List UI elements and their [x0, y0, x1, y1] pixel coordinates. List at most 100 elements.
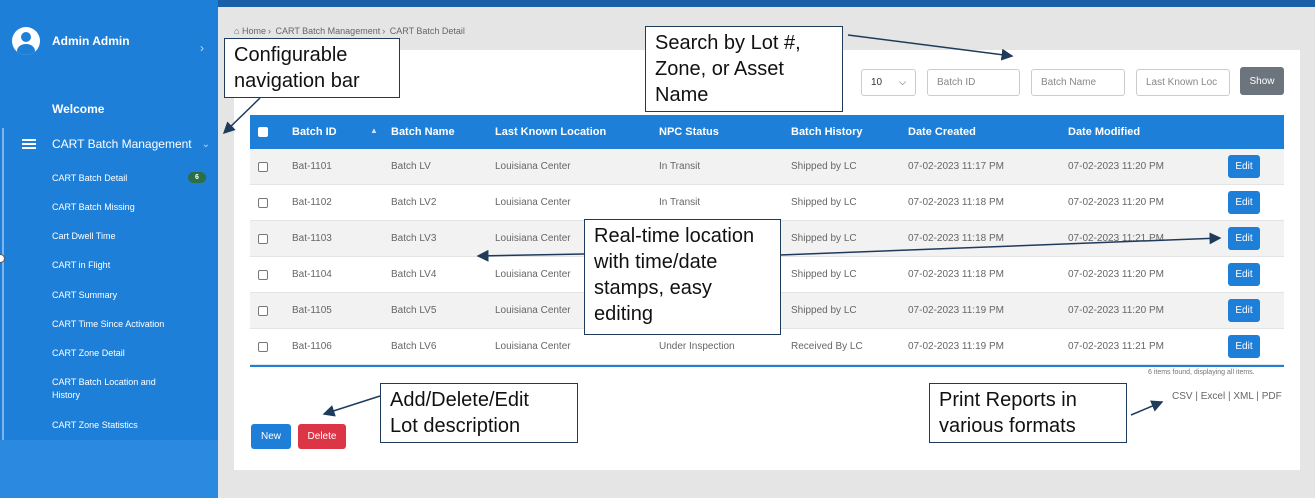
new-button[interactable]: New: [251, 424, 291, 449]
row-checkbox[interactable]: [258, 269, 268, 280]
sidebar-item-cart-time-since-activation[interactable]: CART Time Since Activation: [52, 318, 192, 331]
sidebar-item-cart-zone-detail[interactable]: CART Zone Detail: [52, 347, 192, 360]
cell-batch-id: Bat-1101: [292, 161, 332, 172]
cell-date-created: 07-02-2023 11:17 PM: [908, 161, 1004, 172]
cell-date-created: 07-02-2023 11:18 PM: [908, 197, 1004, 208]
header-batch-name[interactable]: Batch Name: [391, 126, 455, 138]
delete-button[interactable]: Delete: [298, 424, 346, 449]
breadcrumb-current: CART Batch Detail: [389, 26, 465, 36]
cell-date-modified: 07-02-2023 11:20 PM: [1068, 305, 1164, 316]
sidebar-item-cart-batch-location-history[interactable]: CART Batch Location and History: [52, 376, 172, 402]
sidebar-divider: [2, 128, 4, 440]
batch-name-input[interactable]: Batch Name: [1031, 69, 1125, 96]
cell-date-created: 07-02-2023 11:18 PM: [908, 233, 1004, 244]
table-row[interactable]: Bat-1101 Batch LV Louisiana Center In Trans…: [250, 149, 1284, 185]
breadcrumb-section[interactable]: CART Batch Management: [275, 26, 380, 36]
cell-location: Louisiana Center: [495, 269, 571, 280]
user-profile[interactable]: Admin Admin: [12, 27, 130, 55]
count-badge: 6: [188, 172, 206, 183]
sort-icon[interactable]: ▲: [370, 126, 378, 135]
user-name: Admin Admin: [52, 34, 130, 48]
cell-batch-name: Batch LV4: [391, 269, 437, 280]
callout-search: Search by Lot #, Zone, or Asset Name: [645, 26, 843, 112]
export-pdf-link[interactable]: PDF: [1262, 391, 1282, 402]
export-excel-link[interactable]: Excel: [1201, 391, 1225, 402]
callout-realtime-line-4: editing: [594, 303, 653, 325]
callout-add-delete: Add/Delete/Edit Lot description: [380, 383, 578, 443]
page-size-select[interactable]: 10 ⌵: [861, 69, 916, 96]
callout-print-line-2: various formats: [939, 415, 1076, 437]
sidebar-item-cart-dwell-time[interactable]: Cart Dwell Time: [52, 230, 192, 243]
export-links: CSV | Excel | XML | PDF: [1172, 391, 1282, 402]
cell-npc-status: In Transit: [659, 161, 701, 172]
callout-realtime: Real-time location with time/date stamps…: [584, 219, 781, 335]
cell-date-modified: 07-02-2023 11:20 PM: [1068, 269, 1164, 280]
batch-id-input[interactable]: Batch ID: [927, 69, 1020, 96]
cell-location: Louisiana Center: [495, 197, 571, 208]
cell-batch-name: Batch LV2: [391, 197, 437, 208]
home-icon: ⌂: [234, 26, 240, 36]
edit-button[interactable]: Edit: [1228, 155, 1260, 178]
location-input[interactable]: Last Known Loc: [1136, 69, 1230, 96]
callout-realtime-line-1: Real-time location: [594, 225, 755, 247]
sidebar-item-cart-batch-detail[interactable]: CART Batch Detail: [52, 172, 192, 185]
cell-batch-history: Shipped by LC: [791, 161, 857, 172]
export-csv-link[interactable]: CSV: [1172, 391, 1193, 402]
cell-location: Louisiana Center: [495, 161, 571, 172]
header-batch-history[interactable]: Batch History: [791, 126, 863, 138]
cell-date-modified: 07-02-2023 11:21 PM: [1068, 341, 1164, 352]
chevron-down-icon: ⌵: [899, 77, 906, 87]
table-bottom-border: [250, 365, 1284, 367]
row-checkbox[interactable]: [258, 197, 268, 208]
sidebar-item-cart-in-flight[interactable]: CART in Flight: [52, 259, 192, 272]
sidebar-lower-panel: [0, 440, 218, 498]
cell-batch-history: Shipped by LC: [791, 305, 857, 316]
header-batch-id[interactable]: Batch ID: [292, 126, 337, 138]
edit-button[interactable]: Edit: [1228, 227, 1260, 250]
top-bar: [218, 0, 1315, 7]
edit-button[interactable]: Edit: [1228, 335, 1260, 358]
cell-batch-history: Shipped by LC: [791, 269, 857, 280]
page-size-value: 10: [871, 77, 883, 88]
callout-navigation: Configurable navigation bar: [224, 38, 400, 98]
row-checkbox[interactable]: [258, 305, 268, 316]
cell-date-created: 07-02-2023 11:18 PM: [908, 269, 1004, 280]
cell-date-created: 07-02-2023 11:19 PM: [908, 305, 1004, 316]
header-npc-status[interactable]: NPC Status: [659, 126, 719, 138]
table-header: Batch ID ▲ Batch Name Last Known Locatio…: [250, 115, 1284, 149]
table-row[interactable]: Bat-1102 Batch LV2 Louisiana Center In Tran…: [250, 185, 1284, 221]
cell-batch-id: Bat-1102: [292, 197, 332, 208]
callout-print-line-1: Print Reports in: [939, 389, 1077, 411]
avatar-icon: [12, 27, 40, 55]
cell-date-modified: 07-02-2023 11:20 PM: [1068, 197, 1164, 208]
cell-date-modified: 07-02-2023 11:21 PM: [1068, 233, 1164, 244]
row-checkbox[interactable]: [258, 161, 268, 172]
callout-nav-line-1: Configurable: [234, 44, 348, 66]
header-date-created[interactable]: Date Created: [908, 126, 976, 138]
breadcrumb: ⌂ Home › CART Batch Management › CART Batc…: [234, 26, 465, 36]
select-all-checkbox[interactable]: [258, 127, 268, 137]
cell-batch-name: Batch LV: [391, 161, 431, 172]
row-checkbox[interactable]: [258, 341, 268, 352]
header-date-modified[interactable]: Date Modified: [1068, 126, 1140, 138]
sidebar-item-cart-batch-missing[interactable]: CART Batch Missing: [52, 201, 192, 214]
sidebar-item-cart-summary[interactable]: CART Summary: [52, 289, 192, 302]
row-checkbox[interactable]: [258, 233, 268, 244]
edit-button[interactable]: Edit: [1228, 263, 1260, 286]
callout-search-line-2: Zone, or Asset: [655, 58, 784, 80]
header-location[interactable]: Last Known Location: [495, 126, 606, 138]
cell-batch-name: Batch LV3: [391, 233, 437, 244]
list-icon: [22, 139, 36, 149]
sidebar-item-cart-zone-statistics[interactable]: CART Zone Statistics: [52, 419, 192, 432]
sidebar-item-welcome[interactable]: Welcome: [52, 102, 104, 116]
cell-npc-status: Under Inspection: [659, 341, 735, 352]
export-xml-link[interactable]: XML: [1233, 391, 1253, 402]
edit-button[interactable]: Edit: [1228, 191, 1260, 214]
cell-batch-history: Shipped by LC: [791, 233, 857, 244]
cell-batch-id: Bat-1104: [292, 269, 332, 280]
chevron-right-icon[interactable]: ›: [200, 41, 204, 55]
edit-button[interactable]: Edit: [1228, 299, 1260, 322]
breadcrumb-home[interactable]: Home: [242, 26, 266, 36]
sidebar-section-cart-batch-management[interactable]: CART Batch Management ⌄: [0, 128, 218, 160]
show-button[interactable]: Show: [1240, 67, 1284, 95]
